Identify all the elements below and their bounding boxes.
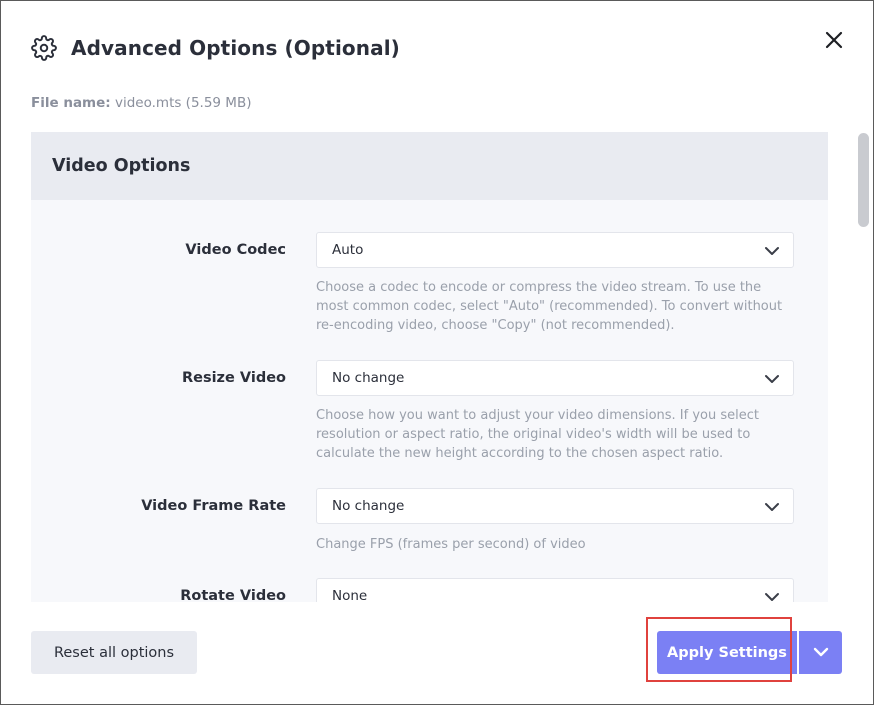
chevron-down-icon: [765, 503, 779, 511]
resize-video-value: No change: [332, 370, 405, 386]
advanced-options-dialog: Advanced Options (Optional) File name: v…: [0, 0, 874, 705]
dialog-header: Advanced Options (Optional): [31, 32, 400, 64]
resize-video-help: Choose how you want to adjust your video…: [316, 408, 759, 461]
video-codec-help: Choose a codec to encode or compress the…: [316, 280, 783, 333]
frame-rate-select[interactable]: No change: [316, 488, 794, 524]
section-header: Video Options: [31, 132, 828, 200]
frame-rate-help: Change FPS (frames per second) of video: [316, 537, 586, 552]
chevron-down-icon: [813, 647, 829, 657]
apply-options-dropdown-button[interactable]: [799, 631, 842, 674]
file-name-label: File name:: [31, 95, 111, 111]
video-codec-select[interactable]: Auto: [316, 232, 794, 268]
scrollbar-thumb[interactable]: [858, 133, 869, 227]
rotate-video-value: None: [332, 588, 368, 602]
dialog-title: Advanced Options (Optional): [71, 36, 400, 60]
rotate-video-select[interactable]: None: [316, 578, 794, 602]
options-scroll-area[interactable]: Video Options Video Codec Auto Choose a …: [31, 132, 828, 602]
chevron-down-icon: [765, 247, 779, 255]
close-button[interactable]: [823, 29, 845, 51]
resize-video-select[interactable]: No change: [316, 360, 794, 396]
scrollbar[interactable]: [856, 132, 870, 602]
file-name-line: File name: video.mts (5.59 MB): [31, 95, 251, 111]
gear-icon: [31, 35, 57, 61]
video-codec-label: Video Codec: [185, 242, 286, 258]
frame-rate-label: Video Frame Rate: [141, 498, 286, 514]
apply-settings-button[interactable]: Apply Settings: [657, 631, 797, 674]
file-name-value: video.mts (5.59 MB): [114, 95, 252, 111]
rotate-video-label: Rotate Video: [180, 588, 286, 602]
close-icon: [825, 31, 843, 49]
section-title: Video Options: [52, 156, 191, 176]
resize-video-label: Resize Video: [181, 370, 286, 386]
chevron-down-icon: [765, 593, 779, 601]
chevron-down-icon: [765, 375, 779, 383]
frame-rate-value: No change: [332, 498, 405, 514]
reset-all-options-button[interactable]: Reset all options: [31, 631, 197, 674]
video-codec-value: Auto: [332, 242, 364, 258]
